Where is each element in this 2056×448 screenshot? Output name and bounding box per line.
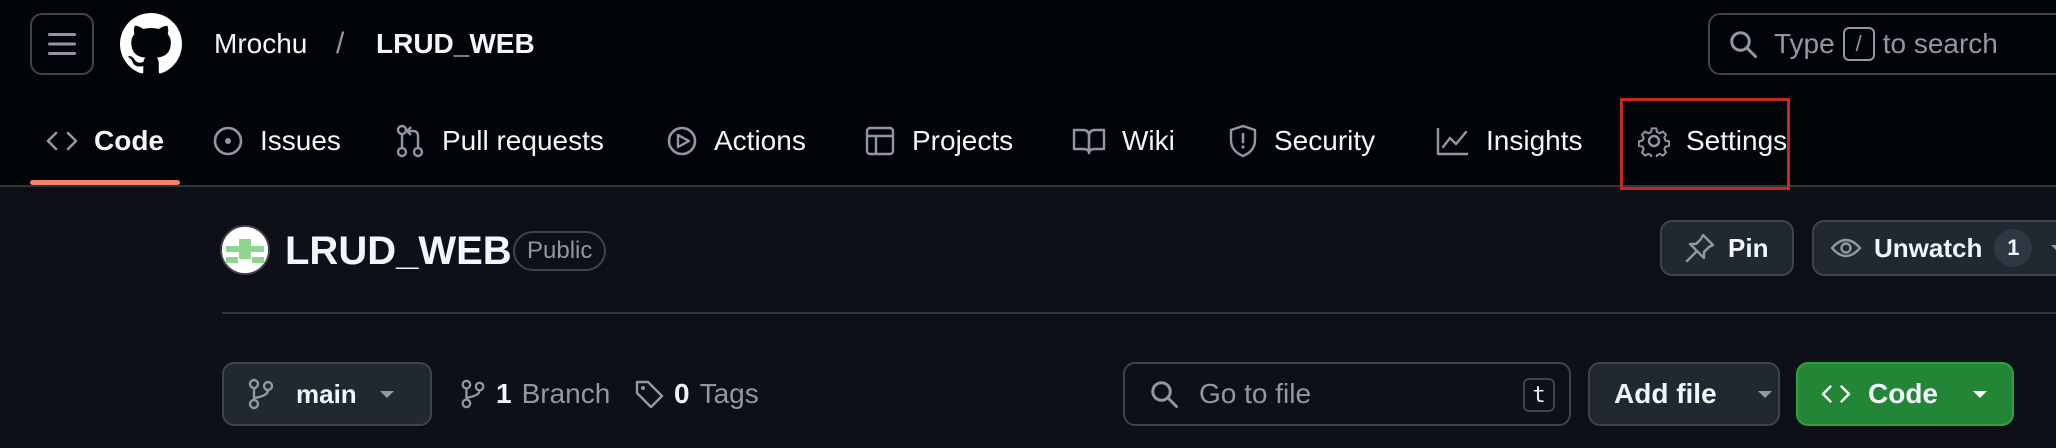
tag-count: 0 [674,378,690,409]
add-file-button[interactable]: Add file [1588,362,1780,426]
tab-insights[interactable]: Insights [1436,100,1583,182]
branch-icon [248,378,274,410]
tab-label: Security [1274,125,1376,156]
pin-icon [1685,233,1715,263]
repo-owner-avatar[interactable] [220,225,270,275]
code-button[interactable]: Code [1796,362,2014,426]
watch-count: 1 [1994,229,2033,267]
branch-label: Branch [521,378,611,409]
tab-label: Insights [1486,125,1583,156]
hamburger-icon [48,33,76,55]
tab-label: Issues [260,125,341,156]
add-file-label: Add file [1614,378,1717,409]
tab-actions[interactable]: Actions [666,100,806,182]
table-icon [865,126,895,156]
tab-label: Actions [714,125,806,156]
tab-label: Projects [912,125,1014,156]
tab-security[interactable]: Security [1228,100,1375,182]
search-prefix: Type [1774,28,1835,59]
header-divider [222,312,2056,314]
search-input[interactable]: Type / to search [1708,13,2056,75]
unwatch-label: Unwatch [1874,232,1983,263]
tag-label: Tags [699,378,759,409]
tag-icon [635,380,664,409]
search-icon [1151,381,1178,408]
tab-label: Pull requests [442,125,604,156]
eye-icon [1830,238,1862,258]
branch-name: main [296,378,357,409]
branch-selector[interactable]: main [222,362,432,426]
branches-link[interactable]: 1 Branch [460,372,610,416]
chevron-down-icon [379,391,394,398]
pin-button[interactable]: Pin [1660,220,1794,276]
pin-label: Pin [1728,232,1769,263]
code-label: Code [1868,378,1938,409]
go-to-file-input[interactable]: Go to file t [1123,362,1571,426]
tab-pull-requests[interactable]: Pull requests [394,100,604,182]
search-suffix: to search [1882,28,1998,59]
menu-button[interactable] [30,13,94,75]
breadcrumb-separator: / [336,27,345,60]
branch-icon [461,379,485,409]
chevron-down-icon [1757,391,1772,398]
visibility-badge: Public [513,231,607,271]
repo-title[interactable]: LRUD_WEB [285,226,512,276]
search-shortcut-key: / [1842,27,1875,61]
search-icon [1730,31,1757,58]
chevron-down-icon [1973,391,1987,398]
breadcrumb-owner[interactable]: Mrochu [214,24,307,64]
graph-icon [1436,128,1468,156]
code-icon [1821,385,1851,403]
tab-issues[interactable]: Issues [212,100,341,182]
tab-code[interactable]: Code [46,100,164,182]
selected-tab-indicator [30,180,180,185]
play-icon [667,126,697,156]
tab-wiki[interactable]: Wiki [1072,100,1175,182]
tab-projects[interactable]: Projects [864,100,1013,182]
breadcrumb-repo[interactable]: LRUD_WEB [376,24,535,64]
issue-icon [213,126,243,156]
branch-count: 1 [496,378,512,409]
tab-label: Wiki [1122,125,1175,156]
settings-highlight-box [1620,98,1790,190]
tags-link[interactable]: 0 Tags [634,372,759,416]
chevron-down-icon [2051,245,2056,250]
book-icon [1072,128,1106,155]
pull-request-icon [396,124,424,158]
app-header: Mrochu / LRUD_WEB Type / to search Code … [0,0,2056,190]
go-to-file-shortcut: t [1523,378,1555,412]
github-logo-icon[interactable] [120,13,182,75]
go-to-file-placeholder: Go to file [1199,378,1312,409]
unwatch-button[interactable]: Unwatch 1 [1812,220,2056,276]
code-icon [46,131,78,151]
tab-label: Code [94,125,164,156]
shield-icon [1229,124,1257,158]
